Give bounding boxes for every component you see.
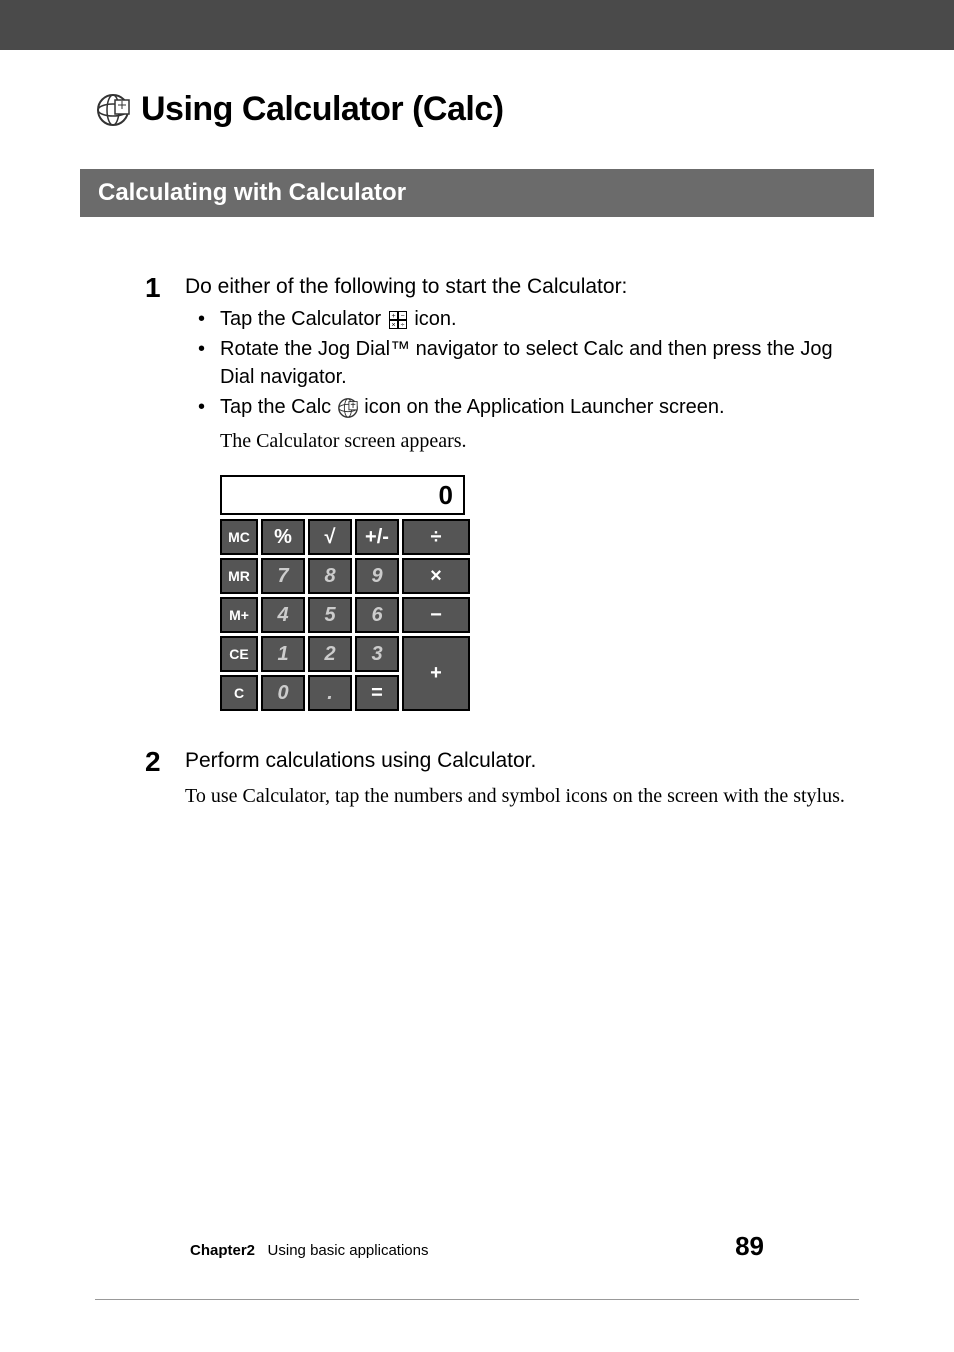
footer-row: Chapter2 Using basic applications 89 (190, 1231, 764, 1262)
calc-btn-ce: CE (220, 636, 258, 672)
calc-globe-icon (95, 92, 131, 128)
step-body: Do either of the following to start the … (185, 272, 859, 455)
step-body-text: To use Calculator, tap the numbers and s… (185, 782, 859, 811)
page-number: 89 (735, 1231, 764, 1262)
section-heading: Calculating with Calculator (80, 169, 874, 217)
svg-text:+: + (391, 313, 395, 320)
calculator-screenshot: 0 MC % √ +/- ÷ MR 7 8 9 × M+ 4 5 6 − CE … (220, 475, 465, 711)
step-heading: Perform calculations using Calculator. (185, 746, 859, 775)
step-1: 1 Do either of the following to start th… (95, 272, 859, 455)
calc-grid: MC % √ +/- ÷ MR 7 8 9 × M+ 4 5 6 − CE 1 … (220, 519, 465, 711)
calc-btn-dot: . (308, 675, 352, 711)
calc-btn-c: C (220, 675, 258, 711)
calc-globe-svg (95, 92, 131, 128)
calc-btn-8: 8 (308, 558, 352, 594)
title-row: Using Calculator (Calc) (95, 90, 859, 129)
bullet-item: Tap the Calculator +−× ÷ icon. (220, 305, 859, 333)
calc-btn-plus: + (402, 636, 470, 711)
calc-btn-divide: ÷ (402, 519, 470, 555)
bullet-text-pre: Tap the Calc (220, 396, 337, 418)
step-body: Perform calculations using Calculator. T… (185, 746, 859, 810)
svg-text:×: × (391, 322, 395, 329)
step-2: 2 Perform calculations using Calculator.… (95, 746, 859, 810)
header-bar (0, 0, 954, 50)
footer: Chapter2 Using basic applications 89 (95, 1299, 859, 1310)
result-text: The Calculator screen appears. (220, 427, 859, 455)
calc-display: 0 (220, 475, 465, 515)
svg-text:−: − (400, 313, 404, 320)
page-content: Using Calculator (Calc) Calculating with… (0, 50, 954, 811)
bullet-item: Rotate the Jog Dial™ navigator to select… (220, 335, 859, 391)
step-number: 1 (145, 272, 185, 304)
chapter-label: Chapter2 (190, 1242, 255, 1259)
svg-text:÷: ÷ (400, 322, 404, 329)
calc-btn-multiply: × (402, 558, 470, 594)
calc-btn-mr: MR (220, 558, 258, 594)
calc-btn-7: 7 (261, 558, 305, 594)
bullet-item: Tap the Calc icon on the Application Lau… (220, 393, 859, 421)
calc-btn-sign: +/- (355, 519, 399, 555)
calc-btn-percent: % (261, 519, 305, 555)
step-heading: Do either of the following to start the … (185, 272, 859, 301)
calc-btn-9: 9 (355, 558, 399, 594)
calc-btn-4: 4 (261, 597, 305, 633)
bullet-text-pre: Tap the Calculator (220, 308, 387, 330)
calc-btn-0: 0 (261, 675, 305, 711)
calc-btn-6: 6 (355, 597, 399, 633)
calc-btn-2: 2 (308, 636, 352, 672)
bullet-text-post: icon. (409, 308, 457, 330)
calc-btn-sqrt: √ (308, 519, 352, 555)
calc-btn-minus: − (402, 597, 470, 633)
calc-globe-small-icon (337, 397, 359, 419)
step-number: 2 (145, 746, 185, 778)
calc-btn-5: 5 (308, 597, 352, 633)
page-title: Using Calculator (Calc) (141, 90, 504, 129)
calc-btn-mc: MC (220, 519, 258, 555)
calc-btn-3: 3 (355, 636, 399, 672)
calc-btn-mplus: M+ (220, 597, 258, 633)
chapter-text: Using basic applications (268, 1242, 429, 1259)
bullet-text-post: icon on the Application Launcher screen. (359, 396, 725, 418)
calc-small-icon: +−× ÷ (387, 309, 409, 331)
footer-divider (95, 1299, 859, 1300)
footer-left: Chapter2 Using basic applications (190, 1242, 428, 1259)
bullet-list: Tap the Calculator +−× ÷ icon. Rotate the… (220, 305, 859, 421)
calc-btn-1: 1 (261, 636, 305, 672)
calc-btn-equals: = (355, 675, 399, 711)
